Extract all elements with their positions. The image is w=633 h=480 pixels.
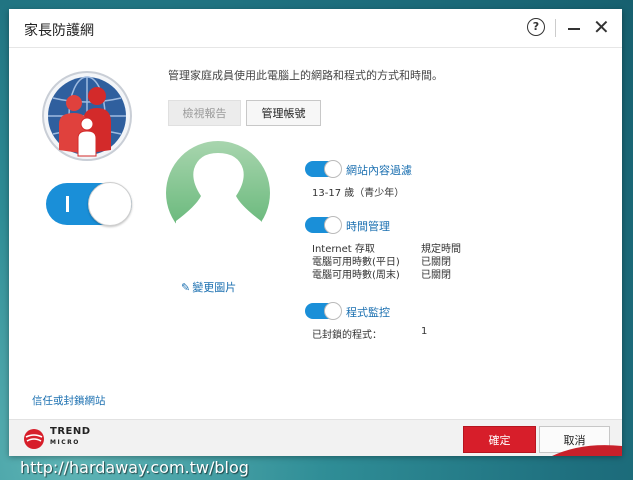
program-monitor-link[interactable]: 程式監控 <box>346 304 390 320</box>
blocked-programs-label: 已封鎖的程式： <box>312 330 382 341</box>
window-title: 家長防護網 <box>24 23 94 39</box>
time-management-link[interactable]: 時間管理 <box>346 218 390 234</box>
title-bar: 家長防護網 ? ✕ <box>9 9 622 48</box>
help-icon[interactable]: ? <box>527 18 545 36</box>
trend-micro-logo-icon <box>24 429 44 449</box>
titlebar-divider <box>555 19 556 37</box>
view-report-button[interactable]: 檢視報告 <box>168 100 241 126</box>
toggle-on-glyph <box>66 196 69 212</box>
web-filter-value: 13-17 歲（青少年） <box>312 188 405 199</box>
change-photo-link[interactable]: ✎ 變更圖片 <box>181 279 236 295</box>
close-icon[interactable]: ✕ <box>593 17 610 37</box>
brand-name: TREND <box>50 426 91 437</box>
toggle-knob <box>88 182 132 226</box>
toggle-knob <box>324 216 342 234</box>
parental-controls-dialog: 家長防護網 ? ✕ 管理家庭成員使用此電腦上的網路和程式的方式和時間。 檢視報告… <box>9 9 622 456</box>
watermark-url: http://hardaway.com.tw/blog <box>20 458 249 477</box>
time-row-value: 已關閉 <box>421 270 451 281</box>
manage-account-button[interactable]: 管理帳號 <box>246 100 321 126</box>
parental-controls-toggle[interactable] <box>46 182 132 226</box>
change-photo-label: 變更圖片 <box>192 281 237 294</box>
user-avatar[interactable] <box>166 141 271 249</box>
web-filter-link[interactable]: 網站內容過濾 <box>346 162 412 178</box>
brand-sub: MICRO <box>50 439 80 446</box>
description-text: 管理家庭成員使用此電腦上的網路和程式的方式和時間。 <box>168 69 443 82</box>
dialog-footer: TREND MICRO 確定 取消 <box>9 419 622 456</box>
trust-block-sites-link[interactable]: 信任或封鎖網站 <box>32 393 106 408</box>
time-management-toggle[interactable] <box>305 216 342 234</box>
blocked-programs-count: 1 <box>421 326 428 337</box>
background-red-accent <box>552 445 622 456</box>
time-row-key: 電腦可用時數(周末) <box>312 270 400 281</box>
ok-button[interactable]: 確定 <box>463 426 536 453</box>
minimize-icon[interactable] <box>568 28 580 30</box>
program-monitor-toggle[interactable] <box>305 302 342 320</box>
pencil-icon: ✎ <box>181 281 191 294</box>
toggle-knob <box>324 302 342 320</box>
toggle-knob <box>324 160 342 178</box>
family-globe-icon <box>42 71 132 161</box>
web-filter-toggle[interactable] <box>305 160 342 178</box>
